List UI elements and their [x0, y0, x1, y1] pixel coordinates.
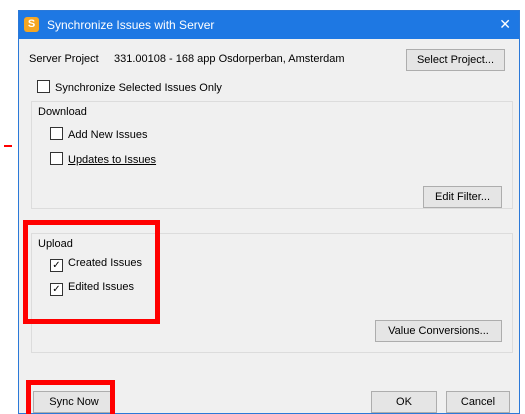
- add-new-issues-checkbox[interactable]: Add New Issues: [50, 127, 147, 141]
- edit-filter-button[interactable]: Edit Filter...: [423, 186, 502, 208]
- download-title: Download: [38, 106, 87, 118]
- app-icon: S: [24, 17, 39, 32]
- server-project-value: 331.00108 - 168 app Osdorperban, Amsterd…: [114, 53, 345, 65]
- checkbox-icon[interactable]: [37, 80, 50, 93]
- value-conversions-button[interactable]: Value Conversions...: [375, 320, 502, 342]
- checkbox-icon[interactable]: [50, 152, 63, 165]
- annotation-mark: [4, 145, 12, 147]
- title-bar[interactable]: S Synchronize Issues with Server ✕: [19, 11, 519, 39]
- sync-selected-only-label: Synchronize Selected Issues Only: [55, 82, 222, 94]
- cancel-button[interactable]: Cancel: [446, 391, 510, 413]
- sync-now-highlight-box: [26, 380, 115, 414]
- add-new-issues-label: Add New Issues: [68, 129, 148, 141]
- close-icon[interactable]: ✕: [499, 16, 511, 32]
- sync-dialog: S Synchronize Issues with Server ✕ Serve…: [18, 10, 520, 414]
- ok-button[interactable]: OK: [371, 391, 437, 413]
- download-group: Download Add New Issues Updates to Issue…: [31, 101, 513, 209]
- checkbox-icon[interactable]: [50, 127, 63, 140]
- upload-highlight-box: [23, 220, 160, 324]
- server-project-label: Server Project: [29, 53, 99, 65]
- window-title: Synchronize Issues with Server: [47, 18, 215, 32]
- select-project-button[interactable]: Select Project...: [406, 49, 505, 71]
- updates-to-issues-label: Updates to Issues: [68, 154, 157, 166]
- updates-to-issues-checkbox[interactable]: Updates to Issues: [50, 152, 156, 166]
- sync-selected-only-checkbox[interactable]: Synchronize Selected Issues Only: [37, 80, 222, 94]
